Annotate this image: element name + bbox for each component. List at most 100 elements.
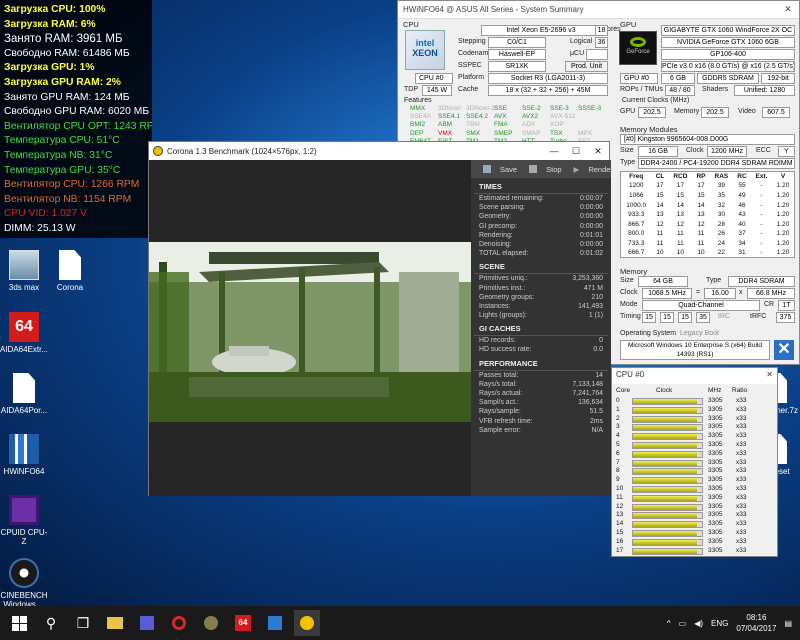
- osd-line: Занято RAM: 3961 МБ: [4, 33, 123, 46]
- desktop-icon-hwinfo64[interactable]: HWiNFO64: [0, 434, 48, 476]
- core-number: 2: [616, 414, 620, 422]
- start-button[interactable]: [6, 610, 32, 636]
- table-cell: 10: [656, 249, 664, 257]
- save-button[interactable]: Save: [477, 165, 517, 174]
- trfc-value: 375: [776, 312, 795, 323]
- close-summary-icon[interactable]: ✕: [774, 340, 794, 360]
- stop-button[interactable]: Stop: [523, 165, 562, 174]
- gpu-clock-value: 202.5: [638, 107, 666, 118]
- cpu0-clock-window[interactable]: CPU #0 ✕ Core Clock MHz Ratio 0 3305 x33 1 3…: [611, 367, 778, 557]
- memory-size-value: 64 GB: [638, 276, 688, 287]
- memory-type-label: Type: [706, 277, 722, 284]
- minimize-icon[interactable]: —: [543, 146, 565, 157]
- close-icon[interactable]: ✕: [766, 370, 773, 382]
- clock-time: 08:16: [746, 613, 767, 622]
- core-number: 15: [616, 529, 624, 536]
- desktop-icon-cinebench[interactable]: CINEBENCH Windows ...: [0, 558, 48, 606]
- osd-line: Вентилятор CPU OPT: 1243 RPM: [4, 120, 152, 132]
- search-button[interactable]: ⚲: [38, 610, 64, 636]
- cache-label: Cache: [458, 86, 479, 93]
- cpu-feature: VMX: [438, 129, 453, 137]
- cpu0-titlebar[interactable]: CPU #0 ✕: [612, 368, 777, 384]
- stat-label: Instances:: [479, 302, 511, 310]
- taskbar-app-floppy[interactable]: [134, 610, 160, 636]
- render-image: [149, 242, 471, 422]
- gi-caches-heading: GI CACHES: [474, 320, 608, 337]
- cache-value: 18 x (32 + 32 + 256) + 45M: [488, 85, 608, 96]
- core-number: 6: [616, 449, 620, 457]
- taskbar-app-corona[interactable]: [294, 610, 320, 636]
- core-number: 5: [616, 441, 620, 448]
- shaders-label: Shaders: [702, 86, 729, 93]
- core-mhz: 3305: [708, 485, 723, 492]
- taskbar-app-gimp[interactable]: [198, 610, 224, 636]
- prod-unit-button[interactable]: Prod. Unit: [565, 61, 608, 72]
- core-ratio: x33: [736, 493, 747, 501]
- close-icon[interactable]: ✕: [587, 146, 609, 157]
- stat-row: TOTAL elapsed: 0:01:02: [471, 249, 611, 258]
- osd-line: Свободно GPU RAM: 6020 МБ: [4, 106, 150, 118]
- render-viewport[interactable]: [149, 160, 471, 496]
- stat-row: Estimated remaining: 0:00:07: [471, 194, 611, 203]
- corona-titlebar[interactable]: Corona 1.3 Benchmark (1024×576px, 1:2) —…: [149, 142, 609, 160]
- taskbar-app-hwinfo[interactable]: [262, 610, 288, 636]
- table-cell: 10: [697, 249, 705, 257]
- clock-bar: [632, 530, 703, 537]
- network-icon[interactable]: ▭: [679, 619, 687, 628]
- table-header-cell: CL: [655, 173, 665, 181]
- core-row: 16 3305 x33: [612, 538, 779, 547]
- cpu-select[interactable]: CPU #0: [415, 73, 453, 84]
- times-sign: x: [739, 289, 743, 296]
- icon-label: AIDA64Extr...: [0, 345, 49, 354]
- memory-mode-label: Mode: [620, 301, 638, 308]
- clock-bar: [632, 521, 703, 529]
- cpu-feature: ABM: [438, 121, 453, 129]
- core-ratio: x33: [736, 441, 747, 448]
- cpu-feature: SMAP: [522, 129, 541, 137]
- desktop-icon-aida64extreme[interactable]: 64 AIDA64Extr...: [0, 312, 48, 354]
- clock-bar-fill: [633, 460, 698, 466]
- table-cell: 13: [656, 211, 664, 219]
- stat-value: 471 M: [583, 284, 603, 292]
- chevron-up-icon[interactable]: ^: [667, 619, 671, 628]
- os-label: Operating System: [620, 330, 677, 337]
- memory-heading: Memory: [620, 267, 648, 276]
- core-mhz: 3305: [708, 423, 723, 431]
- cpu-feature: FMA: [494, 121, 508, 129]
- stat-value: 210: [591, 293, 604, 301]
- table-cell: 32: [717, 201, 725, 209]
- hwinfo-titlebar[interactable]: HWiNFO64 @ ASUS All Series - System Summ…: [398, 1, 799, 19]
- taskbar-app-aida64[interactable]: 64: [230, 610, 256, 636]
- cpu-feature: TBM: [466, 121, 480, 129]
- desktop-icon-corona[interactable]: Corona: [46, 250, 94, 292]
- stat-value: 141,493: [578, 302, 603, 310]
- task-view-button[interactable]: ❐: [70, 610, 96, 636]
- close-icon[interactable]: ✕: [777, 4, 799, 15]
- corona-benchmark-window[interactable]: Corona 1.3 Benchmark (1024×576px, 1:2) —…: [148, 141, 613, 496]
- clock-bar: [632, 477, 703, 485]
- core-mhz: 3305: [708, 432, 723, 440]
- desktop-icon-3dsmax[interactable]: 3ds max: [0, 250, 48, 292]
- stat-row: Geometry groups: 210: [471, 293, 611, 302]
- render-button[interactable]: ▶ Render: [568, 165, 613, 174]
- table-cell: 800.0: [628, 230, 645, 238]
- memory-module-select[interactable]: [#0] Kingston 9965604-008.D00G: [620, 134, 795, 145]
- notifications-icon[interactable]: ▤: [784, 619, 792, 628]
- taskbar-app-opera[interactable]: [166, 610, 192, 636]
- table-cell: 11: [656, 230, 664, 238]
- core-mhz: 3305: [708, 458, 723, 466]
- clock-bar-fill: [633, 407, 698, 413]
- desktop-icon-aida64portable[interactable]: AIDA64Por...: [0, 373, 48, 415]
- file-explorer-button[interactable]: [102, 610, 128, 636]
- desktop-icon-cpuz[interactable]: CPUID CPU-Z: [0, 495, 48, 546]
- maximize-icon[interactable]: ☐: [565, 146, 587, 157]
- volume-icon[interactable]: ◀): [694, 619, 703, 628]
- core-ratio: x33: [736, 432, 747, 440]
- language-indicator[interactable]: ENG: [711, 619, 728, 628]
- clock[interactable]: 08:16 07/04/2017: [736, 612, 776, 634]
- table-cell: 24: [717, 239, 725, 247]
- core-number: 16: [616, 537, 624, 545]
- gpu-select[interactable]: GPU #0: [620, 73, 658, 84]
- osd-line: Загрузка GPU: 1%: [4, 62, 95, 74]
- table-row: 800.0 11 11 11 26 37 - 1.20: [621, 229, 795, 239]
